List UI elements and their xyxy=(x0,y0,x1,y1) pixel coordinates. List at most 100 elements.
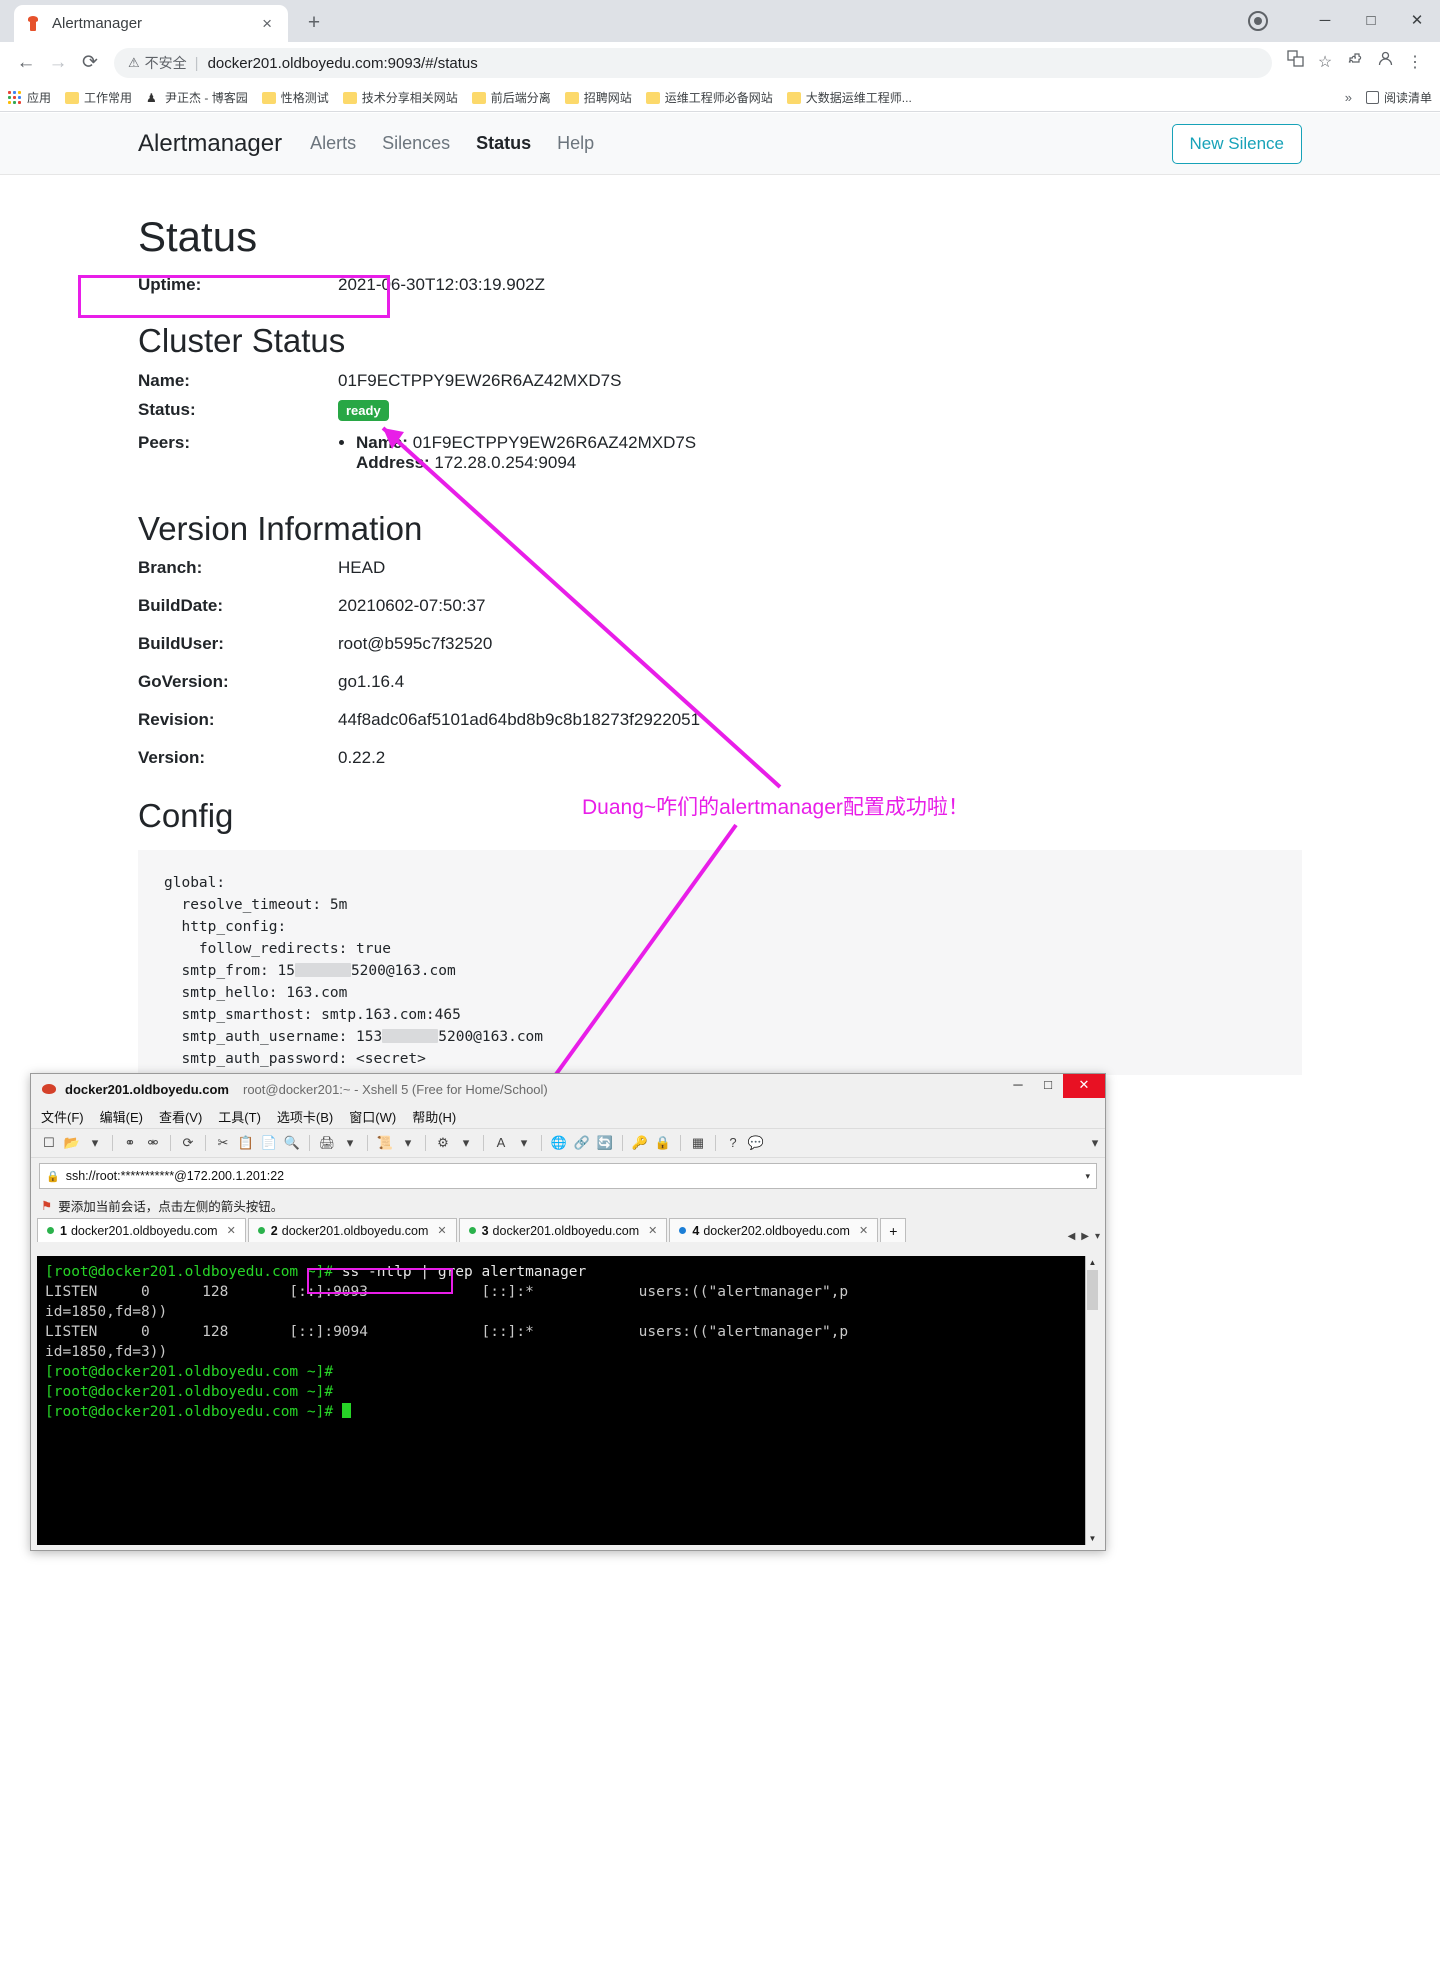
font-icon[interactable]: A xyxy=(491,1133,511,1153)
terminal-prompt: [root@docker201.oldboyedu.com ~]# xyxy=(45,1264,334,1280)
chevron-down-icon[interactable]: ▾ xyxy=(1085,1171,1090,1182)
tunnel-icon[interactable]: 🔗 xyxy=(572,1133,592,1153)
menu-tabs[interactable]: 选项卡(B) xyxy=(277,1107,333,1126)
callout-text: Duang~咋们的alertmanager配置成功啦！ xyxy=(582,796,969,819)
terminal-scrollbar[interactable]: ▲ ▼ xyxy=(1085,1256,1099,1545)
menu-tools[interactable]: 工具(T) xyxy=(218,1107,261,1126)
chevron-down-icon[interactable]: ▾ xyxy=(398,1133,418,1153)
nav-item-status[interactable]: Status xyxy=(476,133,531,154)
minimize-button[interactable]: ─ xyxy=(1302,0,1348,42)
copy-icon[interactable]: 📋 xyxy=(236,1133,256,1153)
scrollbar-thumb[interactable] xyxy=(1087,1270,1098,1310)
new-session-icon[interactable]: ☐ xyxy=(39,1133,59,1153)
bookmark-apps[interactable]: 应用 xyxy=(8,89,51,106)
maximize-button[interactable]: □ xyxy=(1348,0,1394,42)
chevron-down-icon[interactable]: ▾ xyxy=(1095,1231,1100,1242)
folder-icon xyxy=(261,91,276,104)
chevron-down-icon[interactable]: ▾ xyxy=(85,1133,105,1153)
chevron-down-icon[interactable]: ▾ xyxy=(340,1133,360,1153)
close-icon[interactable]: × xyxy=(256,15,278,32)
bookmark-item[interactable]: 大数据运维工程师... xyxy=(786,89,912,106)
menu-help[interactable]: 帮助(H) xyxy=(412,1107,456,1126)
warning-icon: ⚠ xyxy=(128,55,140,70)
bookmark-item[interactable]: 运维工程师必备网站 xyxy=(645,89,773,106)
profile-avatar-icon[interactable] xyxy=(1370,48,1400,78)
close-icon[interactable]: ✕ xyxy=(227,1224,236,1237)
menu-window[interactable]: 窗口(W) xyxy=(349,1107,396,1126)
reading-list-button[interactable]: 阅读清单 xyxy=(1365,89,1432,106)
transfer-icon[interactable]: 🔄 xyxy=(595,1133,615,1153)
terminal-output[interactable]: [root@docker201.oldboyedu.com ~]# ss -nt… xyxy=(37,1256,1099,1545)
cut-icon[interactable]: ✂ xyxy=(213,1133,233,1153)
scroll-up-icon[interactable]: ▲ xyxy=(1086,1256,1099,1269)
extensions-icon[interactable] xyxy=(1340,48,1370,78)
back-icon[interactable]: ← xyxy=(10,47,42,79)
disconnect-icon[interactable]: ⚮ xyxy=(143,1133,163,1153)
nav-item-help[interactable]: Help xyxy=(557,133,594,154)
forward-icon[interactable]: → xyxy=(42,47,74,79)
xshell-maximize-button[interactable]: □ xyxy=(1033,1074,1063,1098)
new-silence-button[interactable]: New Silence xyxy=(1171,123,1302,164)
close-window-button[interactable]: ✕ xyxy=(1394,0,1440,42)
toolbar-overflow-icon[interactable]: ▾ xyxy=(1085,1133,1105,1153)
session-tab-label: docker201.oldboyedu.com xyxy=(70,1223,218,1238)
new-tab-button[interactable]: + xyxy=(300,10,328,38)
close-icon[interactable]: ✕ xyxy=(648,1224,657,1237)
new-session-tab-button[interactable]: + xyxy=(880,1218,907,1242)
xshell-host-title: docker201.oldboyedu.com xyxy=(65,1081,229,1097)
close-icon[interactable]: ✕ xyxy=(859,1224,868,1237)
brand-link[interactable]: Alertmanager xyxy=(138,130,282,158)
menu-view[interactable]: 查看(V) xyxy=(159,1107,202,1126)
bookmark-item[interactable]: 前后端分离 xyxy=(471,89,551,106)
close-icon[interactable]: ✕ xyxy=(437,1224,446,1237)
search-icon[interactable]: 🔍 xyxy=(282,1133,302,1153)
menu-file[interactable]: 文件(F) xyxy=(41,1107,84,1126)
bookmark-item[interactable]: 技术分享相关网站 xyxy=(342,89,458,106)
globe-icon[interactable]: 🌐 xyxy=(549,1133,569,1153)
xshell-minimize-button[interactable]: ─ xyxy=(1003,1074,1033,1098)
scroll-right-icon[interactable]: ▶ xyxy=(1081,1231,1089,1242)
nav-item-silences[interactable]: Silences xyxy=(382,133,450,154)
reload-icon[interactable]: ⟳ xyxy=(74,47,106,79)
session-tab-1[interactable]: 1 docker201.oldboyedu.com ✕ xyxy=(37,1218,246,1242)
bookmark-item[interactable]: 工作常用 xyxy=(65,89,132,106)
properties-icon[interactable]: ⚙ xyxy=(433,1133,453,1153)
xshell-address-bar[interactable]: 🔒 ssh://root:***********@172.200.1.201:2… xyxy=(39,1163,1097,1189)
menu-icon[interactable]: ⋮ xyxy=(1400,48,1430,78)
chevron-right-icon[interactable]: » xyxy=(1345,90,1352,105)
bookmark-item[interactable]: 招聘网站 xyxy=(564,89,632,106)
scroll-down-icon[interactable]: ▼ xyxy=(1086,1532,1099,1545)
session-tab-2[interactable]: 2 docker201.oldboyedu.com ✕ xyxy=(247,1218,457,1242)
layout-icon[interactable]: ▦ xyxy=(688,1133,708,1153)
xshell-close-button[interactable]: ✕ xyxy=(1063,1074,1105,1098)
reconnect-icon[interactable]: ⟳ xyxy=(178,1133,198,1153)
browser-tab[interactable]: Alertmanager × xyxy=(14,5,288,42)
bookmark-label: 工作常用 xyxy=(84,91,133,105)
bookmark-item[interactable]: 性格测试 xyxy=(261,89,329,106)
bookmark-label: 前后端分离 xyxy=(490,91,551,105)
paste-icon[interactable]: 📄 xyxy=(259,1133,279,1153)
peers-row: Peers: Name: 01F9ECTPPY9EW26R6AZ42MXD7S … xyxy=(138,433,1302,473)
scroll-left-icon[interactable]: ◀ xyxy=(1068,1231,1076,1242)
chevron-down-icon[interactable]: ▾ xyxy=(514,1133,534,1153)
chevron-down-icon[interactable]: ▾ xyxy=(456,1133,476,1153)
nav-item-alerts[interactable]: Alerts xyxy=(310,133,356,154)
help-icon[interactable]: ? xyxy=(723,1133,743,1153)
lock-icon[interactable]: 🔒 xyxy=(653,1133,673,1153)
bookmark-star-icon[interactable]: ☆ xyxy=(1310,48,1340,78)
address-bar[interactable]: ⚠ 不安全 | docker201.oldboyedu.com:9093/#/s… xyxy=(114,48,1272,78)
bookmark-item[interactable]: ♟ 尹正杰 - 博客园 xyxy=(146,89,248,106)
page-title: Status xyxy=(138,213,258,260)
connect-icon[interactable]: ⚭ xyxy=(120,1133,140,1153)
profile-icon[interactable] xyxy=(1248,11,1268,31)
comment-icon[interactable]: 💬 xyxy=(746,1133,766,1153)
session-tab-3[interactable]: 3 docker201.oldboyedu.com ✕ xyxy=(458,1218,668,1242)
print-icon[interactable]: 🖨 xyxy=(317,1133,337,1153)
menu-edit[interactable]: 编辑(E) xyxy=(100,1107,143,1126)
browser-tabstrip: Alertmanager × + ─ □ ✕ xyxy=(0,0,1440,42)
translate-icon[interactable] xyxy=(1280,48,1310,78)
open-folder-icon[interactable]: 📂 xyxy=(62,1133,82,1153)
key-icon[interactable]: 🔑 xyxy=(630,1133,650,1153)
log-icon[interactable]: 📜 xyxy=(375,1133,395,1153)
session-tab-4[interactable]: 4 docker202.oldboyedu.com ✕ xyxy=(669,1218,879,1242)
